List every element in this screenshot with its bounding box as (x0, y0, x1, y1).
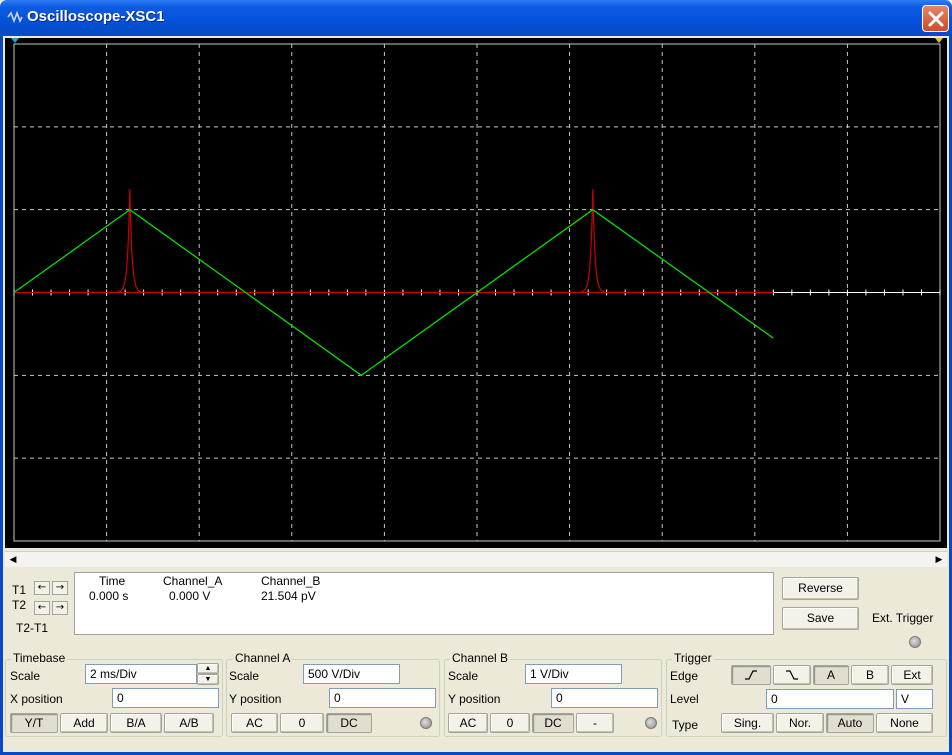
ba-mode-button[interactable]: B/A (110, 713, 162, 733)
t1-time-value: 0.000 s (89, 589, 129, 603)
channel-b-minus-button[interactable]: - (576, 713, 614, 733)
channel-a-y-position-label: Y position (229, 692, 282, 706)
close-button[interactable] (922, 5, 949, 32)
channel-a-header: Channel_A (163, 574, 223, 588)
trigger-level-unit-field[interactable]: V (896, 689, 933, 709)
timebase-scale-down-icon[interactable]: ▼ (197, 674, 219, 685)
t1-channel-a-value: 0.000 V (169, 589, 211, 603)
t1-channel-b-value: 21.504 pV (261, 589, 316, 603)
channel-b-scale-label: Scale (448, 669, 479, 683)
rising-edge-icon (745, 670, 757, 680)
edge-label: Edge (670, 669, 699, 683)
trigger-single-button[interactable]: Sing. (721, 713, 774, 733)
channel-b-spike (578, 188, 607, 293)
trigger-title: Trigger (672, 651, 714, 665)
trigger-normal-button[interactable]: Nor. (776, 713, 824, 733)
oscilloscope-screen (5, 38, 947, 548)
timebase-title: Timebase (11, 651, 68, 665)
channel-a-zero-button[interactable]: 0 (280, 713, 324, 733)
trigger-auto-button[interactable]: Auto (826, 713, 874, 733)
x-position-field[interactable]: 0 (112, 688, 219, 708)
t2-cursor-marker (935, 38, 943, 43)
yt-mode-button[interactable]: Y/T (10, 713, 58, 733)
falling-edge-icon (786, 670, 798, 680)
t1-cursor-marker (11, 38, 19, 43)
trigger-source-ext-button[interactable]: Ext (891, 665, 933, 685)
close-icon (928, 11, 944, 27)
channel-a-ac-button[interactable]: AC (231, 713, 278, 733)
reverse-button[interactable]: Reverse (782, 577, 859, 600)
channel-b-title: Channel B (450, 651, 511, 665)
channel-b-zero-button[interactable]: 0 (490, 713, 530, 733)
t1-left-arrow-icon[interactable]: ← (34, 581, 50, 595)
trigger-none-button[interactable]: None (876, 713, 933, 733)
channel-b-spike (115, 188, 144, 293)
trigger-source-b-button[interactable]: B (851, 665, 889, 685)
t1-right-arrow-icon[interactable]: → (52, 581, 68, 595)
channel-b-y-position-label: Y position (448, 692, 501, 706)
scope-display (11, 38, 943, 542)
channel-a-scale-label: Scale (229, 669, 260, 683)
x-position-label: X position (10, 692, 63, 706)
cursor-readout-panel: Time Channel_A Channel_B 0.000 s 0.000 V… (74, 572, 774, 635)
channel-b-y-position-field[interactable]: 0 (551, 688, 658, 708)
ext-trigger-label: Ext. Trigger (872, 611, 934, 625)
window-title: Oscilloscope-XSC1 (27, 8, 165, 25)
t2-right-arrow-icon[interactable]: → (52, 601, 68, 615)
t2-left-arrow-icon[interactable]: ← (34, 601, 50, 615)
add-mode-button[interactable]: Add (60, 713, 108, 733)
t1-label: T1 (12, 583, 27, 597)
timebase-scale-field[interactable]: 2 ms/Div (85, 664, 197, 684)
timebase-scale-label: Scale (10, 669, 41, 683)
title-bar[interactable]: Oscilloscope-XSC1 (0, 0, 952, 36)
oscilloscope-app-icon (7, 11, 23, 23)
trigger-source-a-button[interactable]: A (813, 665, 849, 685)
save-button[interactable]: Save (782, 607, 859, 630)
channel-b-ac-button[interactable]: AC (448, 713, 488, 733)
falling-edge-button[interactable] (773, 665, 811, 685)
channel-b-header: Channel_B (261, 574, 321, 588)
scroll-right-arrow-icon[interactable]: ▶ (931, 552, 947, 568)
scroll-left-arrow-icon[interactable]: ◀ (5, 552, 21, 568)
trigger-level-label: Level (670, 692, 699, 706)
channel-a-title: Channel A (233, 651, 293, 665)
channel-b-dc-button[interactable]: DC (532, 713, 574, 733)
channel-a-dc-button[interactable]: DC (326, 713, 372, 733)
trigger-type-label: Type (672, 718, 699, 732)
horizontal-scrollbar[interactable]: ◀ ▶ (5, 551, 947, 567)
ab-mode-button[interactable]: A/B (164, 713, 214, 733)
channel-a-scale-field[interactable]: 500 V/Div (303, 664, 400, 684)
t2-label: T2 (12, 598, 27, 612)
channel-b-scale-field[interactable]: 1 V/Div (525, 664, 622, 684)
channel-b-terminal[interactable] (645, 717, 657, 729)
timebase-scale-up-icon[interactable]: ▲ (197, 663, 219, 674)
trigger-level-field[interactable]: 0 (766, 689, 894, 709)
rising-edge-button[interactable] (731, 665, 771, 685)
t2-t1-label: T2-T1 (16, 621, 49, 635)
ext-trigger-terminal[interactable] (909, 636, 921, 648)
time-header: Time (99, 574, 126, 588)
channel-a-y-position-field[interactable]: 0 (329, 688, 436, 708)
channel-a-terminal[interactable] (420, 717, 432, 729)
